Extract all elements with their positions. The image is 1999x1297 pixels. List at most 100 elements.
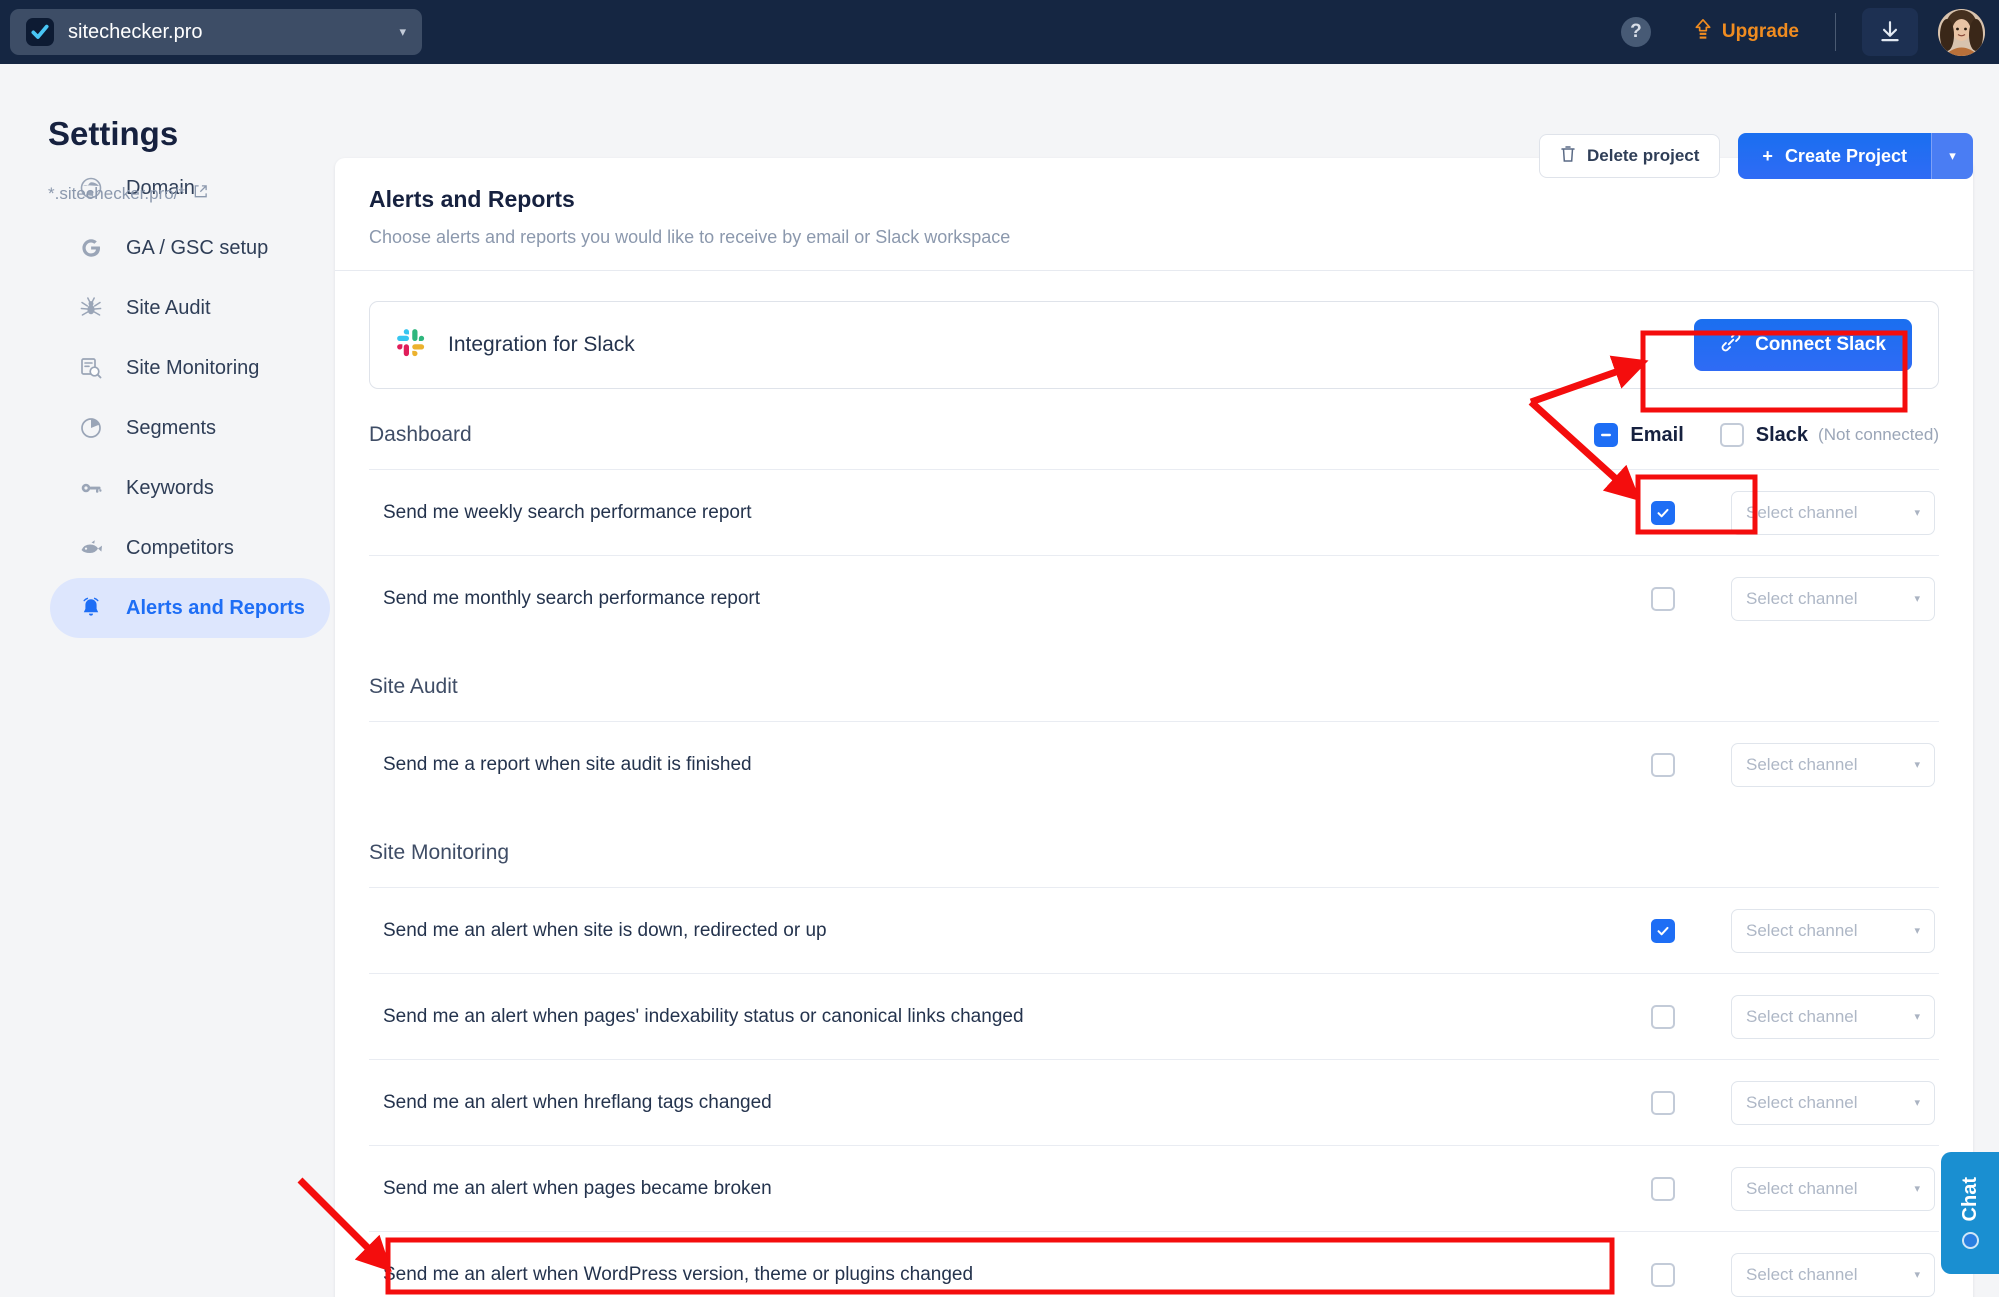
sidebar-item-ga-gsc-setup[interactable]: GA / GSC setup [50,218,330,278]
sidebar-item-label: Keywords [126,476,214,499]
select-channel-value: Select channel [1746,920,1858,940]
sidebar-item-label: GA / GSC setup [126,236,269,259]
email-checkbox[interactable] [1651,1090,1675,1115]
external-link-icon[interactable] [193,184,208,204]
sidebar-item-alerts-and-reports[interactable]: Alerts and Reports [50,578,330,638]
email-checkbox[interactable] [1651,1262,1675,1287]
select-channel-dropdown[interactable]: Select channel ▾ [1731,908,1935,953]
sidebar-item-site-audit[interactable]: Site Audit [50,278,330,338]
connect-slack-button[interactable]: Connect Slack [1694,319,1912,371]
table-row[interactable]: Send me an alert when site is down, redi… [369,887,1939,973]
top-navigation-bar: sitechecker.pro ▾ ? Upgrade [0,0,1999,64]
email-checkbox[interactable] [1651,586,1675,611]
slack-logo-icon [396,328,426,363]
header-actions: Delete project + Create Project ▾ [1538,133,1973,179]
column-headers: Email Slack (Not connected) [1594,423,1939,447]
chat-status-dot-icon [1961,1231,1979,1249]
table-row[interactable]: Send me an alert when WordPress version,… [369,1231,1939,1297]
download-icon[interactable] [1862,8,1918,56]
fish-icon [78,535,104,561]
select-channel-dropdown[interactable]: Select channel ▾ [1731,1166,1935,1211]
chevron-down-icon: ▾ [1914,1097,1920,1109]
section-header-dashboard: Dashboard Email Slack (Not connected) [369,389,1939,469]
table-row[interactable]: Send me an alert when pages' indexabilit… [369,973,1939,1059]
link-connect-icon [1720,331,1742,359]
alerts-and-reports-card: Alerts and Reports Choose alerts and rep… [335,158,1973,1297]
project-name: sitechecker.pro [68,20,203,43]
sidebar-item-label: Site Monitoring [126,356,260,379]
help-icon[interactable]: ? [1620,17,1651,47]
magnify-page-icon [78,355,104,381]
select-channel-value: Select channel [1746,1264,1858,1284]
option-label: Send me weekly search performance report [383,501,752,523]
option-label: Send me a report when site audit is fini… [383,753,752,775]
chevron-down-icon: ▾ [399,24,406,39]
select-channel-dropdown[interactable]: Select channel ▾ [1731,994,1935,1039]
sidebar-item-segments[interactable]: Segments [50,398,330,458]
option-label: Send me an alert when pages' indexabilit… [383,1005,1024,1027]
upgrade-arrow-icon [1693,18,1713,46]
project-selector[interactable]: sitechecker.pro ▾ [10,9,422,55]
email-checkbox[interactable] [1651,500,1675,525]
email-checkbox[interactable] [1651,1004,1675,1029]
section-title: Site Audit [369,675,458,698]
user-avatar[interactable] [1938,8,1985,56]
email-checkbox[interactable] [1651,1176,1675,1201]
card-title: Alerts and Reports [369,186,575,212]
topbar-actions: ? Upgrade [1620,0,1999,64]
select-channel-value: Select channel [1746,1092,1858,1112]
card-description: Choose alerts and reports you would like… [369,227,1011,247]
select-channel-dropdown[interactable]: Select channel ▾ [1731,1080,1935,1125]
option-label: Send me monthly search performance repor… [383,587,761,609]
select-channel-dropdown[interactable]: Select channel ▾ [1731,742,1935,787]
page-header: Settings *.sitechecker.pro/* Delete proj… [0,64,1999,203]
table-row[interactable]: Send me an alert when hreflang tags chan… [369,1059,1939,1145]
slack-not-connected-note: (Not connected) [1818,425,1939,444]
chat-widget-button[interactable]: Chat [1941,1152,1999,1274]
email-checkbox[interactable] [1651,752,1675,777]
delete-project-label: Delete project [1586,146,1700,165]
sidebar-item-label: Segments [126,416,217,439]
page-body: Domain GA / GSC setup Site Audit Site Mo… [0,142,1999,1297]
slack-column-label: Slack [1755,423,1809,446]
bell-icon [78,595,104,621]
select-channel-dropdown[interactable]: Select channel ▾ [1731,490,1935,535]
select-channel-dropdown[interactable]: Select channel ▾ [1731,1252,1935,1297]
email-checkbox[interactable] [1651,918,1675,943]
create-project-dropdown-chevron-down-icon[interactable]: ▾ [1931,133,1973,179]
select-channel-value: Select channel [1746,1178,1858,1198]
chevron-down-icon: ▾ [1914,759,1920,771]
create-project-button[interactable]: + Create Project [1738,133,1931,179]
select-channel-value: Select channel [1746,754,1858,774]
select-channel-value: Select channel [1746,1006,1858,1026]
select-channel-value: Select channel [1746,502,1858,522]
toolbar-divider [1835,13,1836,51]
upgrade-button[interactable]: Upgrade [1693,18,1799,46]
sidebar-item-label: Alerts and Reports [126,596,305,619]
breadcrumb: *.sitechecker.pro/* [48,184,208,204]
table-row[interactable]: Send me weekly search performance report… [369,469,1939,555]
select-channel-dropdown[interactable]: Select channel ▾ [1731,576,1935,621]
settings-sidebar: Domain GA / GSC setup Site Audit Site Mo… [0,142,330,1297]
chevron-down-icon: ▾ [1914,1269,1920,1281]
section-title: Site Monitoring [369,841,510,864]
chevron-down-icon: ▾ [1914,1011,1920,1023]
sitechecker-logo-icon [26,18,54,46]
sidebar-item-keywords[interactable]: Keywords [50,458,330,518]
slack-column-checkbox[interactable] [1719,423,1744,447]
option-label: Send me an alert when hreflang tags chan… [383,1091,772,1113]
connect-slack-label: Connect Slack [1755,334,1886,355]
table-row[interactable]: Send me a report when site audit is fini… [369,721,1939,807]
delete-project-button[interactable]: Delete project [1538,134,1721,178]
section-header-site-audit: Site Audit [369,641,1939,721]
table-row[interactable]: Send me an alert when pages became broke… [369,1145,1939,1231]
email-column-label: Email [1630,423,1684,446]
sidebar-item-site-monitoring[interactable]: Site Monitoring [50,338,330,398]
chevron-down-icon: ▾ [1914,1183,1920,1195]
option-label: Send me an alert when pages became broke… [383,1177,772,1199]
sidebar-item-competitors[interactable]: Competitors [50,518,330,578]
table-row[interactable]: Send me monthly search performance repor… [369,555,1939,641]
email-column-checkbox[interactable] [1594,423,1619,447]
spider-icon [78,295,104,321]
slack-integration-box: Integration for Slack Connect Slack [369,301,1939,389]
